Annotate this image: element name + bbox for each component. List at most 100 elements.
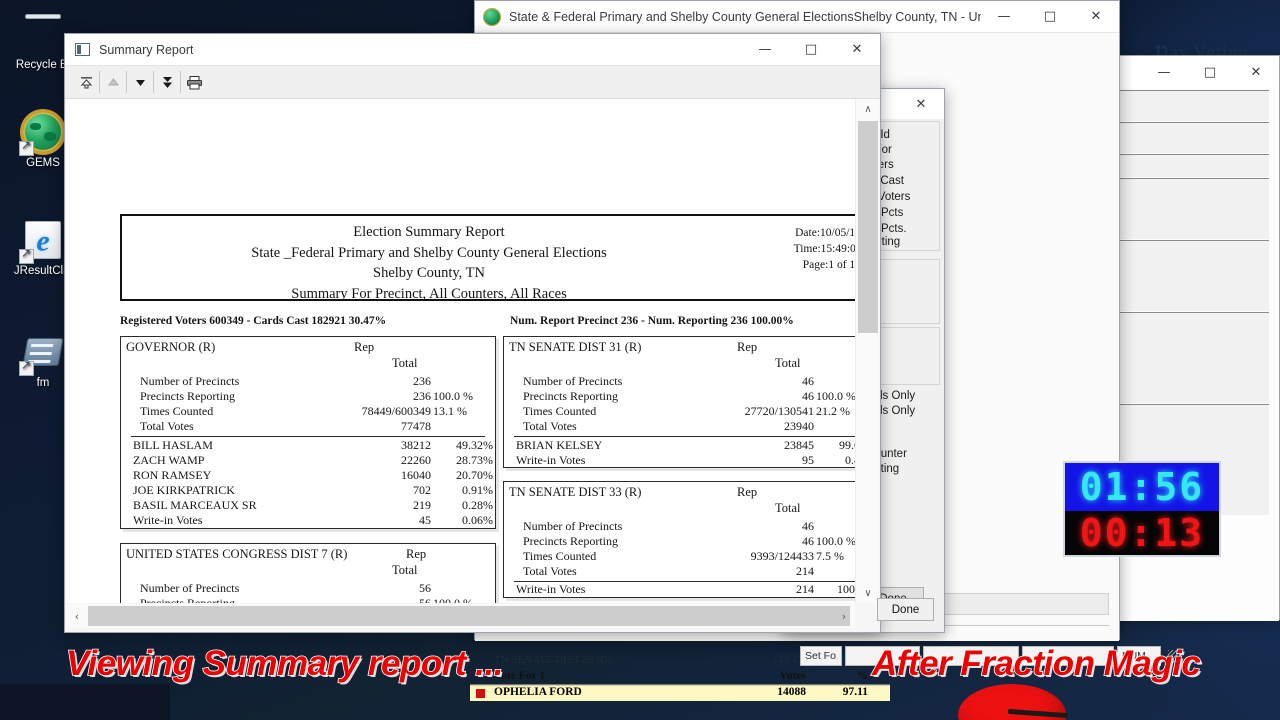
scroll-thumb-horizontal[interactable] [88,606,850,626]
race-party: Rep [737,485,758,499]
close-button[interactable]: ✕ [834,34,880,66]
report-meta-block: Date:10/05/1( Time:15:49:0: Page:1 of 1( [794,225,855,273]
status-cell-set-focus: Set Fo [800,646,842,666]
candidate-row: Write-in Votes 95 0.40% [504,453,855,469]
report-title-line: Shelby County, TN [373,265,485,281]
race-box-us-congress-7: UNITED STATES CONGRESS DIST 7 (R) Rep To… [120,543,496,603]
maximize-button[interactable]: □ [1027,1,1073,33]
candidate-pct: 99.60% [839,438,855,452]
race-party: Rep [354,340,375,354]
race-summary-row: Number of Precincts 236 [121,374,495,390]
maximize-button[interactable]: □ [1187,56,1233,88]
row-value: 56 [419,596,431,603]
previous-page-button[interactable] [101,70,125,94]
internet-explorer-icon [19,218,65,264]
precinct-reporting-stat: Num. Report Precinct 236 - Num. Reportin… [510,315,794,327]
scroll-left-button[interactable]: ‹ [66,604,88,628]
scroll-up-button[interactable]: ∧ [856,99,880,119]
row-value: 27720/130541 [744,404,814,418]
race-summary-row: Number of Precincts 46 [504,374,855,390]
last-page-button[interactable] [155,70,179,94]
report-vertical-scrollbar[interactable]: ∧ ∨ [855,99,879,603]
report-time: Time:15:49:0: [793,243,855,255]
done-button-secondary[interactable]: Done [877,598,934,621]
candidate-row: ZACH WAMP 22260 28.73% [121,453,495,469]
report-horizontal-scrollbar[interactable]: ‹ › [66,604,855,628]
scroll-thumb-vertical[interactable] [858,121,878,333]
candidate-name: RON RAMSEY [133,468,212,482]
minimize-button[interactable]: — [1141,56,1187,88]
app-globe-icon [483,7,501,26]
row-value: 78449/600349 [361,404,431,418]
recycle-bin-icon [21,12,65,56]
row-value: 236 [413,389,431,403]
print-button[interactable] [182,70,206,94]
registered-voters-stat: Registered Voters 600349 - Cards Cast 18… [120,315,387,327]
divider [514,436,855,437]
row-label: Number of Precincts [140,374,240,388]
close-button[interactable]: ✕ [1233,56,1279,88]
report-date: Date:10/05/1( [795,227,855,239]
minimize-button[interactable]: — [742,34,788,66]
candidate-pct: 49.32% [456,438,493,452]
shortcut-arrow-icon [19,359,34,376]
timer-secondary-display: 00:13 [1065,511,1219,555]
candidate-name: OPHELIA FORD [494,686,582,698]
candidate-name: BRIAN KELSEY [516,438,603,452]
maximize-button[interactable]: □ [788,34,834,66]
partial-race-name: TN SENATE DIST 29 (D) [494,654,612,666]
report-header-box: Election Summary Report State _Federal P… [120,214,855,302]
candidate-pct: 0.40% [845,453,855,467]
close-button[interactable]: ✕ [898,88,944,120]
candidate-name: ZACH WAMP [133,453,205,467]
row-label: Number of Precincts [523,519,623,533]
window-controls: — □ ✕ [981,1,1119,33]
row-value: 77478 [401,419,431,433]
candidate-name: Write-in Votes [516,453,586,467]
candidate-name: Write-in Votes [133,513,203,527]
minimize-button[interactable]: — [981,1,1027,33]
titlebar[interactable]: Summary Report — □ ✕ [65,34,880,66]
race-summary-row: Times Counted 9393/124433 7.5 % [504,549,855,565]
candidate-name: Write-in Votes [516,582,586,596]
row-label: Total Votes [140,419,194,433]
candidate-votes: 22260 [401,453,431,467]
summary-report-window[interactable]: Summary Report — □ ✕ Election Summary Re… [64,33,881,633]
report-toolbar [65,66,880,99]
scroll-right-button[interactable]: › [833,604,855,628]
race-party: Rep [737,340,758,354]
race-summary-row: Precincts Reporting 46 100.0 % [504,534,855,550]
race-summary-row: Times Counted 78449/600349 13.1 % [121,404,495,420]
candidate-row: Write-in Votes 45 0.06% [121,513,495,529]
row-label: Times Counted [140,404,214,418]
candidate-row: BASIL MARCEAUX SR 219 0.28% [121,498,495,514]
first-page-button[interactable] [74,70,98,94]
row-label: Precincts Reporting [523,389,618,403]
partial-race-pcts: (43/43) [773,654,806,666]
race-summary-row: Precincts Reporting 236 100.0 % [121,389,495,405]
timer-secondary-value: 00:13 [1079,511,1205,555]
report-icon [75,43,90,56]
caption-left: Viewing Summary report ... [65,643,504,684]
gems-icon [19,110,65,156]
row-label: Precincts Reporting [523,534,618,548]
report-title-line: State _Federal Primary and Shelby County… [251,244,607,261]
report-page-info: Page:1 of 1( [802,259,855,271]
race-box-governor: GOVERNOR (R) Rep Total Number of Precinc… [120,336,496,529]
close-button[interactable]: ✕ [1073,1,1119,33]
timer-primary-display: 01:56 [1065,463,1219,511]
column-header-total: Total [392,563,418,577]
candidate-pct: 0.06% [462,513,493,527]
caption-right: After Fraction Magic [871,643,1201,684]
candidate-pct: 0.28% [462,498,493,512]
race-title: TN SENATE DIST 31 (R) [509,340,642,354]
shortcut-arrow-icon [19,247,34,264]
candidate-pct: 97.11 [842,686,868,698]
divider [131,436,485,437]
candidate-votes: 16040 [401,468,431,482]
table-row[interactable]: OPHELIA FORD 14088 97.11 [470,685,890,701]
titlebar[interactable]: State & Federal Primary and Shelby Count… [475,1,1119,33]
next-page-button[interactable] [128,70,152,94]
candidate-votes: 45 [419,513,431,527]
row-label: Number of Precincts [523,374,623,388]
